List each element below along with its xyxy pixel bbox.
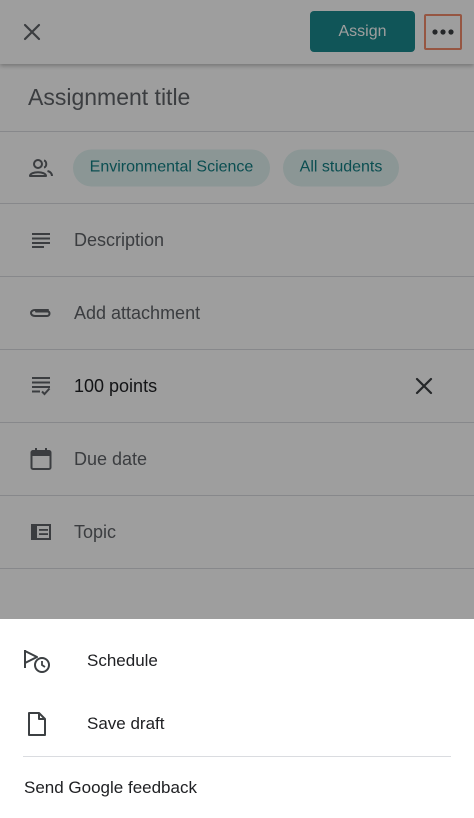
- send-feedback-label: Send Google feedback: [24, 778, 197, 797]
- bottom-sheet-menu: Schedule Save draft Send Google feedback: [0, 619, 474, 818]
- schedule-icon: [22, 646, 52, 676]
- draft-icon: [22, 709, 52, 739]
- save-draft-label: Save draft: [87, 714, 165, 733]
- menu-divider: [23, 756, 451, 757]
- menu-item-save-draft[interactable]: Save draft: [0, 694, 474, 754]
- screen: Assign Assignment title Environmental Sc…: [0, 0, 474, 818]
- menu-item-send-feedback[interactable]: Send Google feedback: [0, 758, 474, 818]
- schedule-label: Schedule: [87, 651, 158, 670]
- scrim-overlay[interactable]: [0, 0, 474, 619]
- menu-item-schedule[interactable]: Schedule: [0, 631, 474, 691]
